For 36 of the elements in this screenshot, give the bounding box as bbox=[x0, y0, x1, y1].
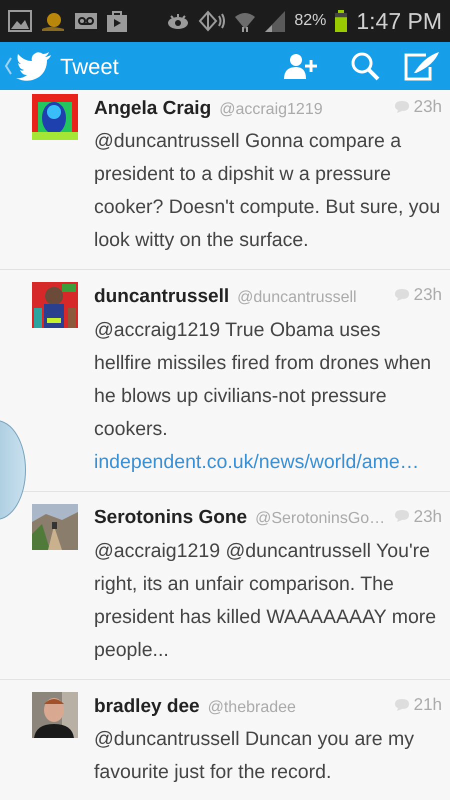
tweet-time: 23h bbox=[414, 284, 442, 306]
speech-bubble-icon bbox=[394, 100, 410, 114]
user-name[interactable]: duncantrussell bbox=[94, 283, 230, 312]
signal-icon bbox=[264, 9, 286, 33]
nfc-icon bbox=[198, 9, 226, 33]
battery-percent: 82% bbox=[294, 11, 326, 31]
user-handle: @accraig1219 bbox=[219, 100, 324, 120]
user-name[interactable]: Serotonins Gone bbox=[94, 504, 248, 533]
back-button[interactable] bbox=[4, 51, 52, 81]
speech-bubble-icon bbox=[394, 509, 410, 524]
speech-bubble-icon bbox=[394, 698, 410, 712]
tweet-text: @duncantrussell Gonna compare a president to a dipshit w a pressure cooker? Doesn't compute. But sure, you look witty on the surface. bbox=[94, 129, 442, 254]
user-handle: @SerotoninsGo… bbox=[255, 509, 386, 530]
screen-title: Tweet bbox=[60, 52, 119, 80]
gallery-icon bbox=[8, 9, 32, 33]
clock: 1:47 PM bbox=[356, 6, 442, 36]
user-name[interactable]: Angela Craig bbox=[94, 94, 212, 124]
tweet-time: 21h bbox=[414, 694, 442, 716]
tweet-time: 23h bbox=[414, 96, 442, 118]
add-person-button[interactable] bbox=[284, 52, 318, 80]
back-chevron-icon bbox=[4, 57, 12, 75]
compose-icon bbox=[404, 51, 440, 81]
compose-button[interactable] bbox=[404, 51, 440, 81]
user-name[interactable]: bradley dee bbox=[94, 692, 200, 721]
tweet-text: @accraig1219 True Obama uses hellfire missiles fired from drones when he blows up civilians-not pressure cookers. independent.co.uk/news/world/ame… bbox=[94, 318, 432, 474]
tweet-text: @accraig1219 @duncantrussell You're right, its an unfair comparison. The president has killed WAAAAAAAY more people... bbox=[94, 538, 438, 663]
speech-bubble-icon bbox=[394, 288, 410, 302]
add-person-icon bbox=[284, 52, 318, 80]
user-handle: @thebradee bbox=[208, 698, 297, 718]
tweet-time: 23h bbox=[414, 506, 442, 528]
tweet-text: @duncantrussell Duncan you are my favourite just for the record. bbox=[94, 727, 416, 785]
store-bag-icon bbox=[106, 9, 128, 33]
search-button[interactable] bbox=[350, 51, 380, 81]
user-handle: @duncantrussell bbox=[237, 288, 358, 308]
search-icon bbox=[350, 51, 380, 81]
bird-logo-icon bbox=[16, 51, 52, 81]
